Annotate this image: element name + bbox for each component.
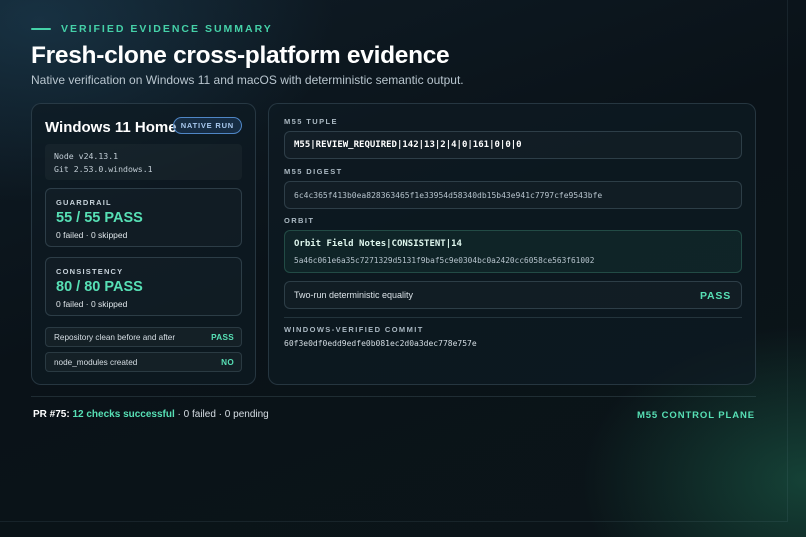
tuple-value: M55|REVIEW_REQUIRED|142|13|2|4|0|161|0|0…	[294, 140, 522, 150]
page-title: Fresh-clone cross-platform evidence	[31, 42, 450, 69]
equality-value: PASS	[699, 290, 731, 302]
consistency-value: 80 / 80 PASS	[56, 279, 143, 295]
equality-label: Two-run deterministic equality	[294, 290, 414, 300]
check-value: PASS	[211, 333, 234, 342]
footer-divider	[31, 396, 756, 397]
page-subtitle: Native verification on Windows 11 and ma…	[31, 73, 464, 87]
guardrail-sub: 0 failed · 0 skipped	[56, 230, 128, 240]
check-row-repo-clean: Repository clean before and after PASS	[45, 327, 242, 347]
check-label: node_modules created	[54, 358, 138, 367]
platform-name: Windows 11 Home	[45, 119, 177, 136]
digest-value: 6c4c365f413b0ea828363465f1e33954d58340db…	[294, 191, 603, 200]
digest-box: 6c4c365f413b0ea828363465f1e33954d58340db…	[284, 181, 742, 209]
pr-rest: · 0 failed · 0 pending	[177, 409, 269, 420]
pr-number: PR #75:	[33, 409, 70, 420]
digest-label: M55 DIGEST	[284, 167, 343, 176]
tuple-label: M55 TUPLE	[284, 117, 338, 126]
guardrail-value: 55 / 55 PASS	[56, 210, 143, 226]
environment-versions: Node v24.13.1 Git 2.53.0.windows.1	[45, 144, 242, 180]
check-row-node-modules: node_modules created NO	[45, 352, 242, 372]
consistency-panel: CONSISTENCY 80 / 80 PASS 0 failed · 0 sk…	[45, 257, 242, 316]
guardrail-label: GUARDRAIL	[56, 198, 112, 207]
pr-success: 12 checks successful	[72, 409, 175, 420]
platform-card: Windows 11 Home NATIVE RUN Node v24.13.1…	[31, 103, 256, 385]
check-value: NO	[221, 358, 234, 367]
consistency-sub: 0 failed · 0 skipped	[56, 299, 128, 309]
control-plane-label: M55 CONTROL PLANE	[636, 410, 755, 421]
eyebrow: VERIFIED EVIDENCE SUMMARY	[31, 23, 273, 35]
orbit-title: Orbit Field Notes|CONSISTENT|14	[294, 239, 462, 249]
consistency-label: CONSISTENCY	[56, 267, 124, 276]
eyebrow-accent-bar	[31, 28, 51, 30]
orbit-hash: 5a46c061e6a35c7271329d5131f9baf5c9e0304b…	[294, 256, 595, 265]
equality-row: Two-run deterministic equality PASS	[284, 281, 742, 309]
check-label: Repository clean before and after	[54, 333, 176, 342]
commit-label: WINDOWS-VERIFIED COMMIT	[284, 325, 424, 334]
orbit-label: ORBIT	[284, 216, 315, 225]
guardrail-panel: GUARDRAIL 55 / 55 PASS 0 failed · 0 skip…	[45, 188, 242, 247]
eyebrow-label: VERIFIED EVIDENCE SUMMARY	[61, 23, 273, 35]
orbit-box: Orbit Field Notes|CONSISTENT|14 5a46c061…	[284, 230, 742, 273]
node-version: Node v24.13.1	[54, 151, 119, 161]
native-run-badge: NATIVE RUN	[172, 117, 242, 134]
tuple-box: M55|REVIEW_REQUIRED|142|13|2|4|0|161|0|0…	[284, 131, 742, 159]
pr-status: PR #75: 12 checks successful · 0 failed …	[33, 409, 269, 420]
divider	[284, 317, 742, 318]
commit-value: 60f3e0df0edd9edfe0b081ec2d0a3dec778e757e	[284, 339, 477, 348]
git-version: Git 2.53.0.windows.1	[54, 164, 153, 174]
details-card: M55 TUPLE M55|REVIEW_REQUIRED|142|13|2|4…	[268, 103, 756, 385]
